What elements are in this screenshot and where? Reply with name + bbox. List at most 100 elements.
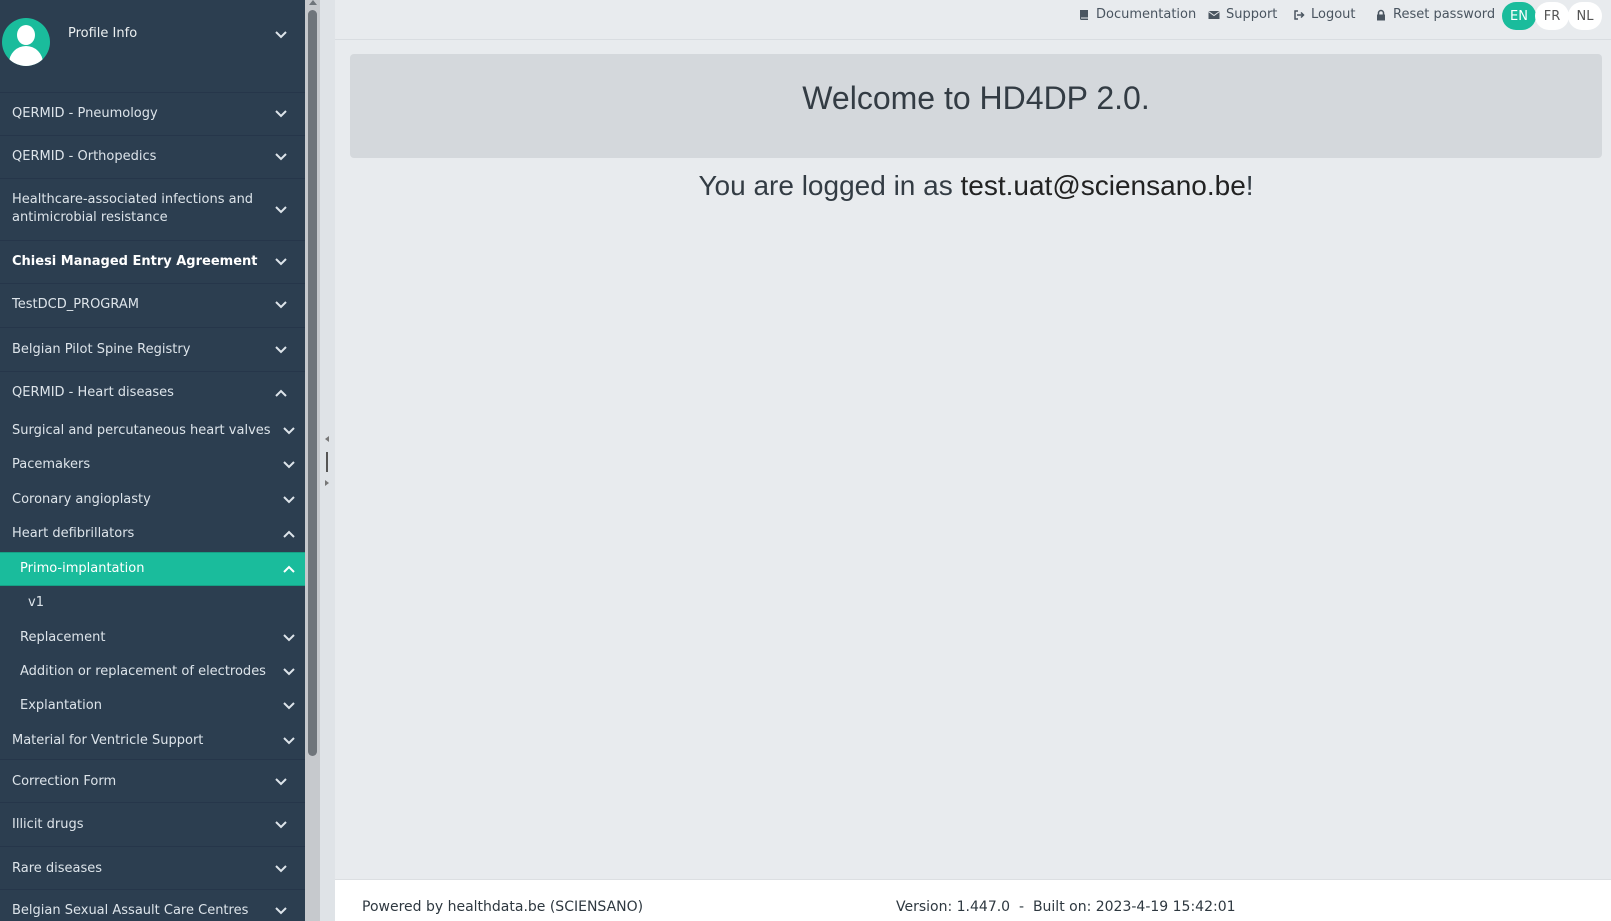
sub-item-label: Explantation [20,698,102,713]
nav-item-label: Chiesi Managed Entry Agreement [12,254,258,269]
scroll-up-arrow-icon[interactable] [309,0,317,5]
nav-item-pneumology[interactable]: QERMID - Pneumology [0,92,305,135]
sign-out-icon [1294,9,1305,20]
sub-item-label: Surgical and percutaneous heart valves [12,423,271,438]
chevron-down-icon [274,343,288,357]
sub-item-label: Addition or replacement of electrodes [20,664,266,679]
chevron-down-icon [282,665,296,679]
nav-item-chiesi[interactable]: Chiesi Managed Entry Agreement [0,240,305,283]
nav-item-label: QERMID - Orthopedics [12,149,157,164]
welcome-banner: Welcome to HD4DP 2.0. [350,54,1602,158]
sidebar: Profile Info QERMID - Pneumology QERMID … [0,0,305,921]
chevron-up-icon [274,386,288,400]
nav-item-label: Belgian Pilot Spine Registry [12,342,191,357]
splitter-handle[interactable] [326,452,328,472]
panel-splitter[interactable] [320,0,335,921]
nav-item-rare-diseases[interactable]: Rare diseases [0,846,305,889]
nav-item-testdcd[interactable]: TestDCD_PROGRAM [0,283,305,327]
nav-item-orthopedics[interactable]: QERMID - Orthopedics [0,135,305,178]
chevron-down-icon [282,699,296,713]
sub-item-label: Pacemakers [12,457,91,472]
nav-item-label: QERMID - Heart diseases [12,385,174,400]
chevron-down-icon [282,458,296,472]
sub-item-electrodes[interactable]: Addition or replacement of electrodes [0,655,305,689]
sub-item-ventricle-support[interactable]: Material for Ventricle Support [0,723,305,759]
envelope-icon [1208,10,1220,19]
reset-password-label: Reset password [1393,7,1496,22]
support-link[interactable]: Support [1208,7,1277,22]
chevron-down-icon [274,904,288,918]
chevron-down-icon [274,107,288,121]
logged-in-prefix: You are logged in as [698,170,961,201]
sub-item-explantation[interactable]: Explantation [0,689,305,723]
nav-item-label: QERMID - Pneumology [12,106,158,121]
lang-en-button[interactable]: EN [1502,2,1536,30]
chevron-down-icon [282,631,296,645]
chevron-down-icon [274,298,288,312]
nav-item-illicit-drugs[interactable]: Illicit drugs [0,802,305,846]
sub-item-label: Coronary angioplasty [12,492,151,507]
welcome-title: Welcome to HD4DP 2.0. [802,80,1150,116]
profile-menu[interactable]: Profile Info [0,0,305,88]
nav-item-label: Rare diseases [12,861,103,876]
reset-password-link[interactable]: Reset password [1375,7,1495,22]
logged-in-message: You are logged in as test.uat@sciensano.… [350,170,1602,202]
nav-item-sexual-assault-centres[interactable]: Belgian Sexual Assault Care Centres [0,889,305,921]
logout-label: Logout [1311,7,1356,22]
user-email: test.uat@sciensano.be [960,170,1246,201]
sub-item-label: Material for Ventricle Support [12,733,204,748]
nav-item-spine-registry[interactable]: Belgian Pilot Spine Registry [0,327,305,371]
scrollbar-thumb[interactable] [308,10,317,756]
lang-nl-button[interactable]: NL [1568,2,1602,30]
chevron-down-icon [274,818,288,832]
powered-by: Powered by healthdata.be (SCIENSANO) [362,899,644,915]
chevron-down-icon [274,203,288,217]
chevron-down-icon [274,150,288,164]
expand-right-icon[interactable] [325,480,329,486]
nav-item-label: Belgian Sexual Assault Care Centres [12,903,249,918]
nav-item-heart-diseases[interactable]: QERMID - Heart diseases [0,371,305,411]
lock-icon [1377,9,1385,20]
chevron-up-icon [282,562,296,576]
sub-item-coronary-angioplasty[interactable]: Coronary angioplasty [0,482,305,517]
documentation-label: Documentation [1096,7,1197,22]
nav-item-label: Correction Form [12,774,117,789]
lang-fr-button[interactable]: FR [1535,2,1569,30]
chevron-up-icon [282,527,296,541]
sub-item-replacement[interactable]: Replacement [0,620,305,655]
sub-item-label: Heart defibrillators [12,526,135,541]
sub-item-pacemakers[interactable]: Pacemakers [0,448,305,482]
chevron-down-icon [282,493,296,507]
chevron-down-icon [282,424,296,438]
sub-item-heart-valves[interactable]: Surgical and percutaneous heart valves [0,414,305,448]
profile-label: Profile Info [68,26,138,41]
sub-item-heart-defibrillators[interactable]: Heart defibrillators [0,517,305,551]
sub-item-label: Primo-implantation [20,561,145,576]
sub-item-v1[interactable]: v1 [0,586,305,620]
sub-item-label: Replacement [20,630,106,645]
collapse-left-icon[interactable] [325,436,329,442]
nav-item-label-line2: antimicrobial resistance [12,210,168,225]
documentation-link[interactable]: Documentation [1078,7,1196,22]
sidebar-scrollbar[interactable] [305,0,320,921]
sub-item-label: v1 [28,595,44,610]
avatar [2,18,50,66]
nav-item-label: TestDCD_PROGRAM [12,297,139,312]
nav-item-healthcare-infections[interactable]: Healthcare-associated infections and ant… [0,178,305,240]
footer: Powered by healthdata.be (SCIENSANO) Ver… [335,879,1611,921]
version-info: Version: 1.447.0 - Built on: 2023-4-19 1… [896,899,1236,915]
support-label: Support [1226,7,1278,22]
top-bar: Documentation Support Logout Reset passw… [335,0,1611,40]
logout-link[interactable]: Logout [1293,7,1356,22]
nav-item-label-line1: Healthcare-associated infections and [12,192,254,207]
nav-item-label: Illicit drugs [12,817,84,832]
nav-item-correction-form[interactable]: Correction Form [0,759,305,802]
chevron-down-icon [274,255,288,269]
chevron-down-icon [274,775,288,789]
chevron-down-icon [274,28,288,42]
chevron-down-icon [282,734,296,748]
sub-item-primo-implantation[interactable]: Primo-implantation [0,552,305,586]
book-icon [1079,9,1088,20]
logged-in-suffix: ! [1245,170,1254,201]
chevron-down-icon [274,862,288,876]
